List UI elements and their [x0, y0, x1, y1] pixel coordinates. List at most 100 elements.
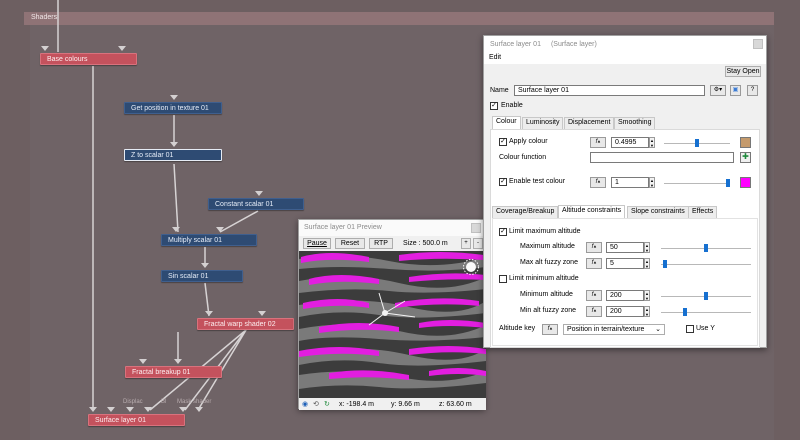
tab-colour[interactable]: Colour: [492, 116, 521, 129]
function-icon[interactable]: 𝑓▴: [586, 306, 602, 317]
input-port[interactable]: [255, 191, 263, 196]
apply-colour-swatch[interactable]: [740, 137, 751, 148]
test-colour-slider-thumb[interactable]: [726, 179, 730, 187]
input-port[interactable]: [216, 227, 224, 232]
limit-max-altitude-checkbox[interactable]: ✓: [499, 228, 507, 236]
zoom-out-button[interactable]: -: [473, 238, 483, 249]
preview-title: Surface layer 01 Preview: [304, 224, 382, 231]
zoom-in-button[interactable]: +: [461, 238, 471, 249]
min-fuzzy-slider-track[interactable]: [661, 312, 751, 313]
test-colour-slider-track[interactable]: [664, 183, 730, 184]
input-port[interactable]: [174, 359, 182, 364]
test-colour-field[interactable]: 1: [611, 177, 649, 188]
max-altitude-slider-thumb[interactable]: [704, 244, 708, 252]
function-icon[interactable]: 𝑓▴: [542, 324, 558, 335]
add-function-icon[interactable]: ✚: [740, 152, 751, 163]
input-port[interactable]: [179, 407, 187, 412]
max-fuzzy-zone-field[interactable]: 5: [606, 258, 644, 269]
rtp-button[interactable]: RTP: [369, 238, 393, 249]
max-fuzzy-zone-spinner[interactable]: ▲ ▼: [644, 258, 650, 269]
input-port[interactable]: [258, 311, 266, 316]
limit-min-altitude-checkbox[interactable]: [499, 275, 507, 283]
stay-open-button[interactable]: Stay Open: [725, 66, 761, 77]
node-fractal-warp[interactable]: Fractal warp shader 02: [197, 318, 294, 330]
max-altitude-spinner[interactable]: ▲ ▼: [644, 242, 650, 253]
node-z-to-scalar[interactable]: Z to scalar 01: [124, 149, 222, 161]
help-icon[interactable]: ?: [747, 85, 758, 96]
pause-button[interactable]: Pause: [303, 238, 331, 249]
input-port[interactable]: [89, 407, 97, 412]
input-port[interactable]: [139, 359, 147, 364]
reset-view-icon[interactable]: ⟲: [313, 400, 319, 408]
input-port[interactable]: [107, 407, 115, 412]
function-icon[interactable]: 𝑓▴: [586, 290, 602, 301]
tab-effects[interactable]: Effects: [688, 206, 718, 218]
input-port[interactable]: [172, 227, 180, 232]
test-colour-swatch[interactable]: [740, 177, 751, 188]
input-port[interactable]: [41, 46, 49, 51]
enable-checkbox[interactable]: ✓: [490, 102, 498, 110]
node-constant-scalar[interactable]: Constant scalar 01: [208, 198, 304, 210]
settings-icon[interactable]: ⚙▾: [710, 85, 726, 96]
node-multiply-scalar[interactable]: Multiply scalar 01: [161, 234, 257, 246]
input-port[interactable]: [144, 407, 152, 412]
min-altitude-slider-thumb[interactable]: [704, 292, 708, 300]
input-port[interactable]: [170, 95, 178, 100]
max-fuzzy-slider-track[interactable]: [661, 264, 751, 265]
node-fractal-breakup[interactable]: Fractal breakup 01: [125, 366, 222, 378]
node-label: Base colours: [47, 56, 88, 63]
tab-coverage-breakup[interactable]: Coverage/Breakup: [492, 206, 559, 218]
colour-function-field[interactable]: [590, 152, 734, 163]
test-colour-spinner[interactable]: ▲ ▼: [649, 177, 655, 188]
input-port[interactable]: [118, 46, 126, 51]
surface-layer-editor[interactable]: Surface layer 01 (Surface layer) Edit St…: [483, 35, 767, 348]
function-icon[interactable]: 𝑓▴: [590, 177, 606, 188]
eye-icon[interactable]: ◉: [302, 400, 308, 408]
input-port[interactable]: [126, 407, 134, 412]
min-fuzzy-slider-thumb[interactable]: [682, 308, 687, 316]
colour-function-label: Colour function: [499, 154, 547, 161]
preview-titlebar[interactable]: Surface layer 01 Preview: [299, 220, 484, 236]
name-field[interactable]: Surface layer 01: [514, 85, 705, 96]
input-port[interactable]: [170, 142, 178, 147]
node-base-colours[interactable]: Base colours: [40, 53, 137, 65]
preview-render-view[interactable]: [299, 251, 486, 398]
input-port[interactable]: [195, 407, 203, 412]
apply-colour-slider-thumb[interactable]: [695, 139, 699, 147]
input-port[interactable]: [205, 311, 213, 316]
min-altitude-spinner[interactable]: ▲ ▼: [644, 290, 650, 301]
reset-button[interactable]: Reset: [335, 238, 365, 249]
altitude-key-select[interactable]: Position in terrain/texture ⌄: [563, 324, 665, 335]
editor-close-button[interactable]: [753, 39, 763, 49]
apply-colour-spinner[interactable]: ▲ ▼: [649, 137, 655, 148]
tab-displacement[interactable]: Displacement: [564, 117, 615, 129]
function-icon[interactable]: 𝑓▴: [590, 137, 606, 148]
min-altitude-label: Minimum altitude: [520, 291, 573, 298]
copy-icon[interactable]: ▣: [730, 85, 741, 96]
preview-window[interactable]: Surface layer 01 Preview Pause Reset RTP…: [298, 219, 486, 410]
function-icon[interactable]: 𝑓▴: [586, 258, 602, 269]
menu-edit[interactable]: Edit: [489, 54, 501, 61]
input-port[interactable]: [201, 263, 209, 268]
max-altitude-field[interactable]: 50: [606, 242, 644, 253]
preview-toolbar: Pause Reset RTP Size : 500.0 m + -: [299, 236, 486, 251]
tab-smoothing[interactable]: Smoothing: [614, 117, 656, 129]
node-get-position[interactable]: Get position in texture 01: [124, 102, 222, 114]
refresh-icon[interactable]: ↻: [324, 400, 330, 408]
preview-close-button[interactable]: [471, 223, 481, 233]
node-sin-scalar[interactable]: Sin scalar 01: [161, 270, 243, 282]
tab-altitude-constraints[interactable]: Altitude constraints: [558, 205, 626, 218]
min-fuzzy-zone-spinner[interactable]: ▲ ▼: [644, 306, 650, 317]
apply-colour-checkbox[interactable]: ✓: [499, 138, 507, 146]
enable-test-colour-checkbox[interactable]: ✓: [499, 178, 507, 186]
min-altitude-field[interactable]: 200: [606, 290, 644, 301]
max-fuzzy-slider-thumb[interactable]: [662, 260, 667, 268]
min-fuzzy-zone-field[interactable]: 200: [606, 306, 644, 317]
node-surface-layer[interactable]: Surface layer 01: [88, 414, 185, 426]
tab-slope-constraints[interactable]: Slope constraints: [627, 206, 689, 218]
apply-colour-field[interactable]: 0.4995: [611, 137, 649, 148]
tab-luminosity[interactable]: Luminosity: [522, 117, 564, 129]
use-y-checkbox[interactable]: [686, 325, 694, 333]
editor-titlebar[interactable]: Surface layer 01 (Surface layer): [484, 36, 766, 53]
function-icon[interactable]: 𝑓▴: [586, 242, 602, 253]
